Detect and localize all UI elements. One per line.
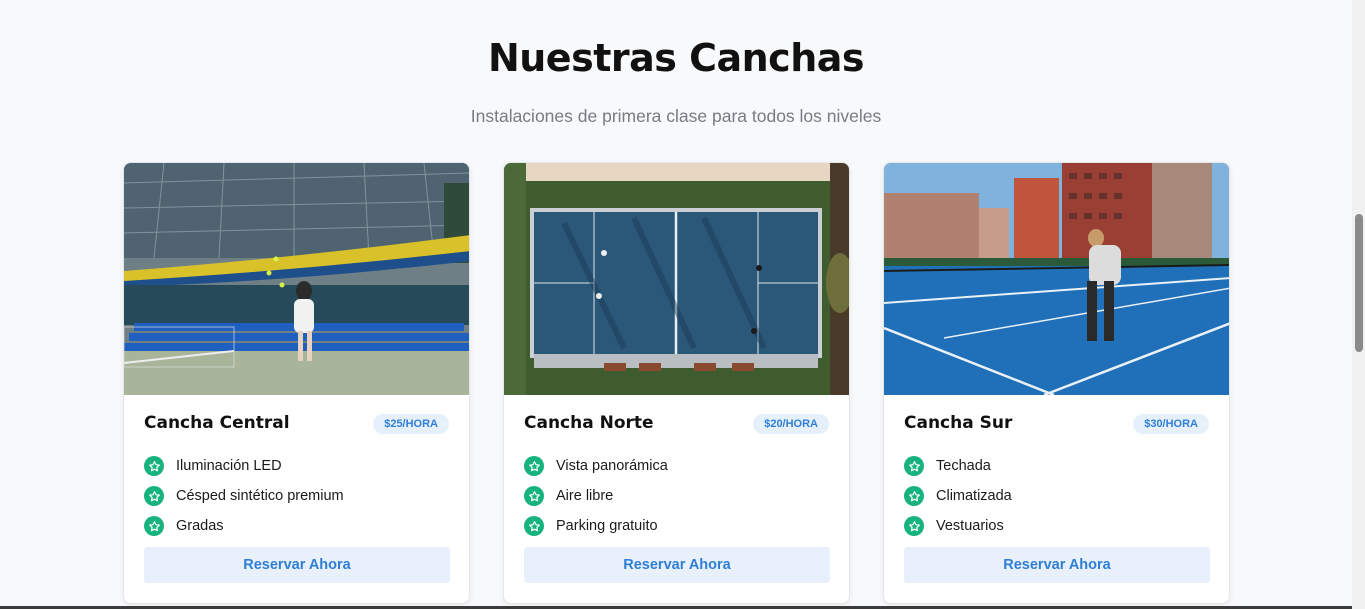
court-name: Cancha Norte — [524, 413, 654, 433]
star-icon — [524, 456, 544, 476]
price-badge: $20/HORA — [753, 414, 829, 434]
star-icon — [524, 486, 544, 506]
feature-item: Iluminación LED — [144, 451, 344, 481]
feature-list: Iluminación LED Césped sintético premium… — [144, 451, 344, 541]
feature-item: Césped sintético premium — [144, 481, 344, 511]
feature-list: Techada Climatizada Vestuarios — [904, 451, 1012, 541]
price-badge: $30/HORA — [1133, 414, 1209, 434]
feature-item: Gradas — [144, 511, 344, 541]
court-name: Cancha Sur — [904, 413, 1013, 433]
vertical-scrollbar[interactable] — [1352, 0, 1365, 609]
feature-item: Parking gratuito — [524, 511, 668, 541]
feature-label: Techada — [936, 458, 991, 474]
feature-item: Vestuarios — [904, 511, 1012, 541]
reserve-button[interactable]: Reservar Ahora — [144, 547, 450, 583]
feature-label: Aire libre — [556, 488, 614, 504]
feature-item: Techada — [904, 451, 1012, 481]
star-icon — [904, 456, 924, 476]
feature-label: Iluminación LED — [176, 458, 282, 474]
feature-list: Vista panorámica Aire libre Parking grat… — [524, 451, 668, 541]
courts-page: Nuestras Canchas Instalaciones de primer… — [0, 0, 1365, 609]
reserve-button[interactable]: Reservar Ahora — [904, 547, 1210, 583]
section-subtitle: Instalaciones de primera clase para todo… — [470, 106, 882, 126]
feature-label: Climatizada — [936, 488, 1012, 504]
feature-item: Aire libre — [524, 481, 668, 511]
star-icon — [144, 486, 164, 506]
court-card-norte: Cancha Norte $20/HORA Vista panorámica A… — [503, 162, 850, 604]
section-title: Nuestras Canchas — [487, 36, 865, 80]
feature-label: Parking gratuito — [556, 518, 658, 534]
star-icon — [144, 456, 164, 476]
star-icon — [144, 516, 164, 536]
feature-label: Vestuarios — [936, 518, 1004, 534]
star-icon — [904, 486, 924, 506]
outdoor-blue-court-photo — [884, 163, 1229, 395]
scrollbar-thumb[interactable] — [1355, 214, 1363, 352]
feature-label: Césped sintético premium — [176, 488, 344, 504]
star-icon — [904, 516, 924, 536]
court-card-sur: Cancha Sur $30/HORA Techada Climatizada … — [883, 162, 1230, 604]
star-icon — [524, 516, 544, 536]
feature-item: Vista panorámica — [524, 451, 668, 481]
court-card-central: Cancha Central $25/HORA Iluminación LED … — [123, 162, 470, 604]
court-name: Cancha Central — [144, 413, 290, 433]
reserve-button[interactable]: Reservar Ahora — [524, 547, 830, 583]
indoor-tennis-court-photo — [124, 163, 469, 395]
feature-item: Climatizada — [904, 481, 1012, 511]
feature-label: Gradas — [176, 518, 224, 534]
aerial-padel-court-photo — [504, 163, 849, 395]
feature-label: Vista panorámica — [556, 458, 668, 474]
price-badge: $25/HORA — [373, 414, 449, 434]
